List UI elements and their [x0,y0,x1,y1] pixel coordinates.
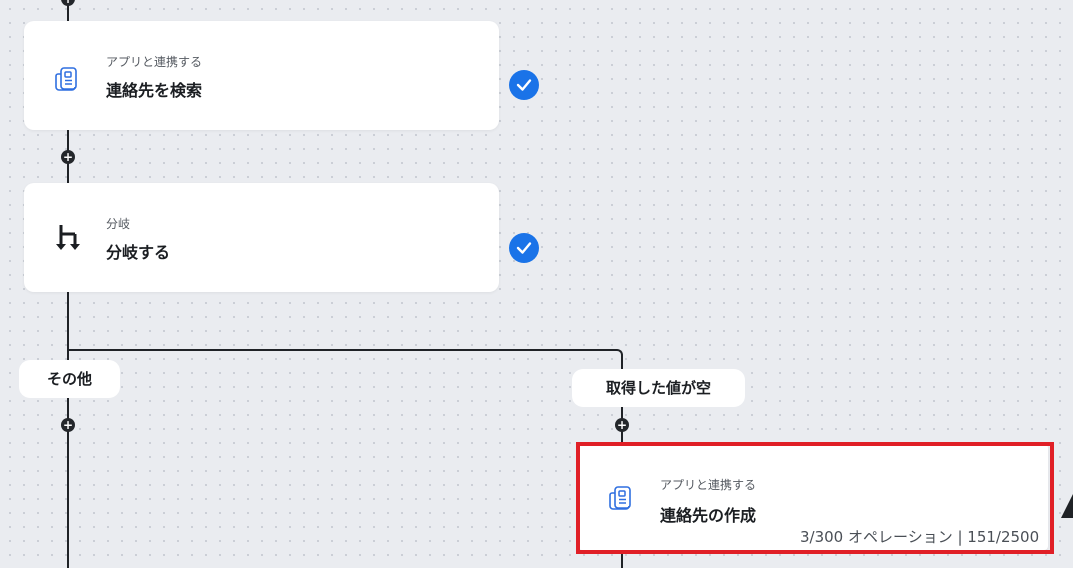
operation-count-status: 3/300 オペレーション | 151/2500 [800,528,1040,546]
step-category-label: アプリと連携する [106,55,203,69]
connector-line-bottom-right [621,550,623,568]
branch-icon [52,221,84,253]
check-icon [509,233,539,263]
document-app-icon [606,482,638,514]
branch-label-empty-value[interactable]: 取得した値が空 [572,369,745,407]
check-icon [509,70,539,100]
step-title: 連絡先の作成 [660,506,757,525]
step-title: 連絡先を検索 [106,81,203,100]
step-card-branch[interactable]: 分岐 分岐する [24,183,499,292]
add-step-button-top[interactable]: + [61,0,75,6]
step-category-label: アプリと連携する [660,478,757,492]
branch-connector-horizontal [67,349,613,351]
add-step-button-right-branch[interactable]: + [615,418,629,432]
mouse-pointer-icon [1061,494,1073,518]
branch-label-other[interactable]: その他 [19,360,120,398]
add-step-button-1[interactable]: + [61,150,75,164]
step-card-search-contacts[interactable]: アプリと連携する 連絡先を検索 [24,21,499,130]
document-app-icon [52,63,84,95]
step-category-label: 分岐 [106,217,131,231]
add-step-button-left-branch[interactable]: + [61,418,75,432]
step-title: 分岐する [106,243,171,262]
